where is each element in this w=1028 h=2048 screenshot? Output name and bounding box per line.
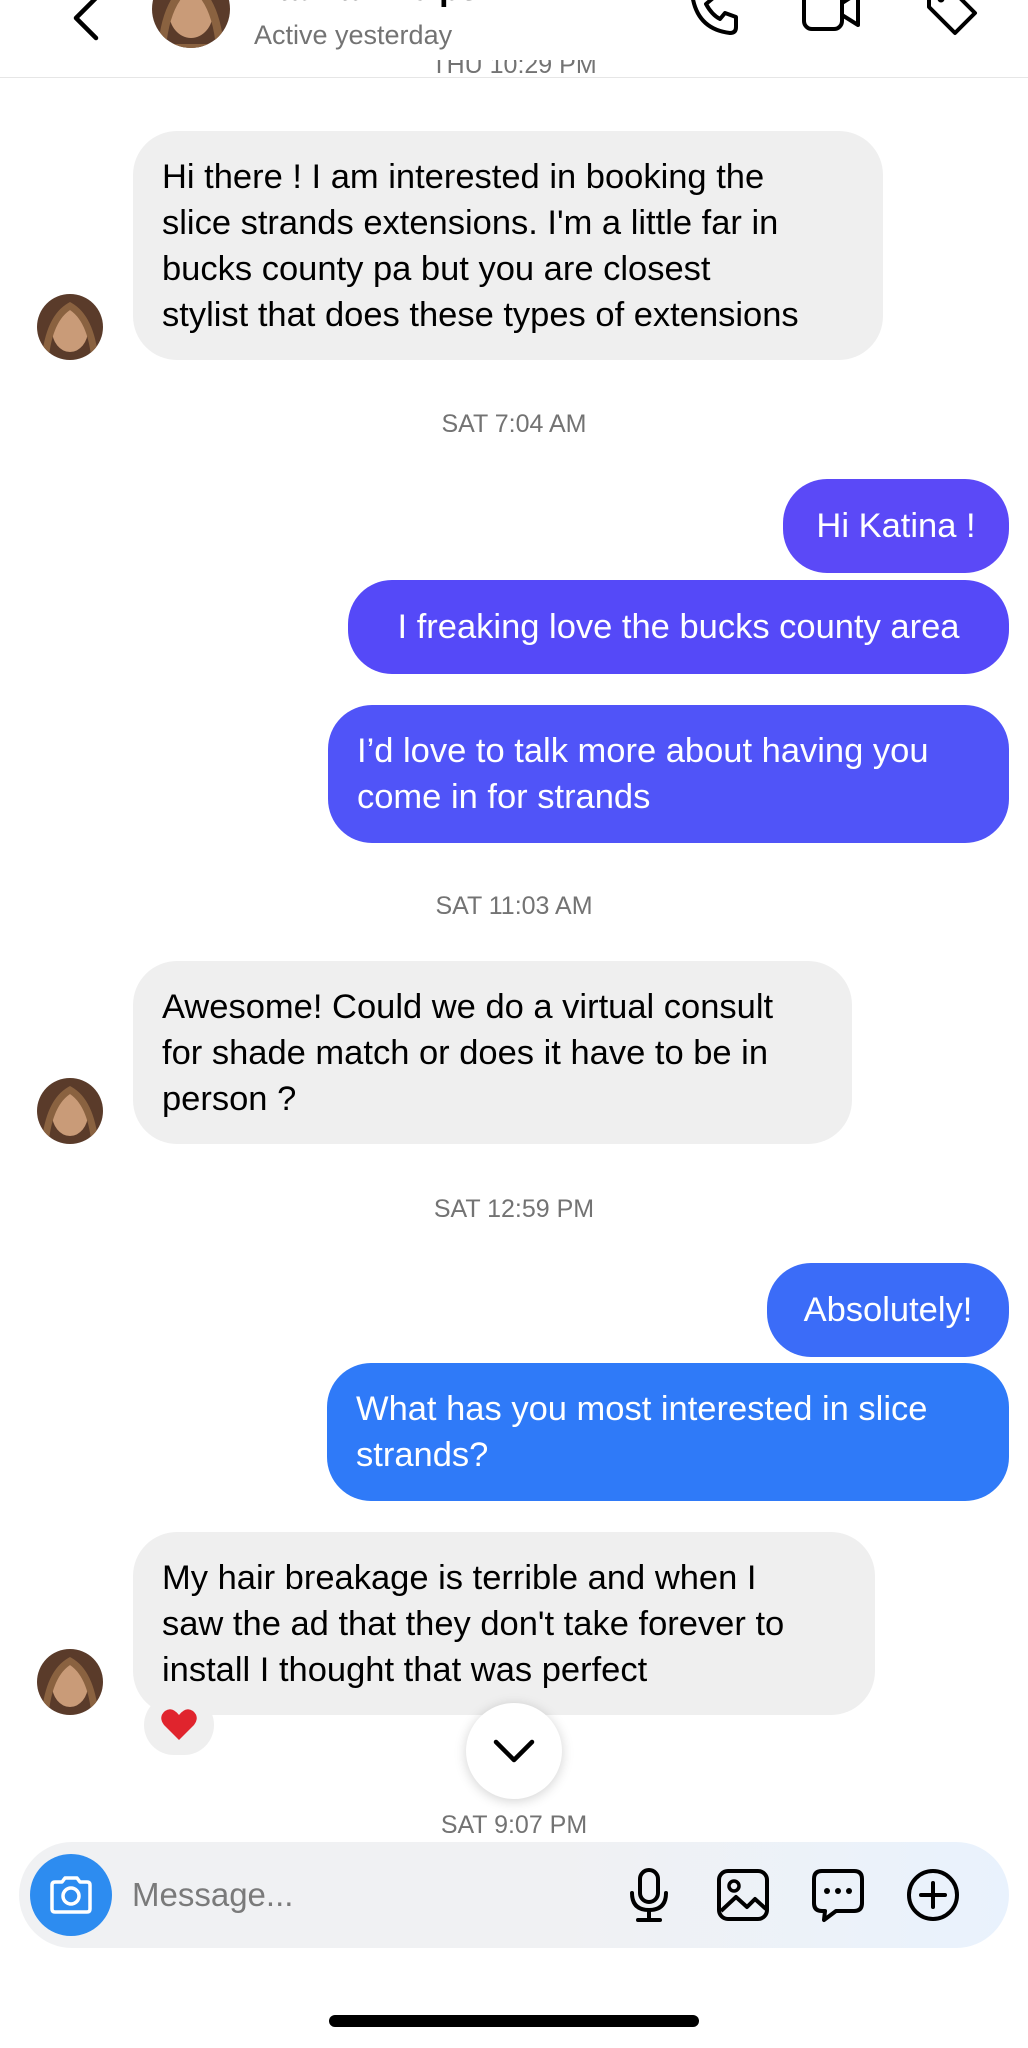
message-line: Hi there ! I am interested in booking th… bbox=[162, 158, 765, 196]
camera-icon bbox=[50, 1876, 92, 1914]
message-line: My hair breakage is terrible and when I bbox=[162, 1559, 757, 1597]
message-line: strands? bbox=[356, 1436, 489, 1474]
tag-button[interactable] bbox=[920, 0, 982, 40]
incoming-message[interactable]: My hair breakage is terrible and when I … bbox=[133, 1532, 875, 1715]
message-line: person ? bbox=[162, 1080, 297, 1118]
message-line: I freaking love the bucks county area bbox=[397, 608, 960, 646]
message-line: Absolutely! bbox=[803, 1291, 973, 1329]
message-input[interactable] bbox=[132, 1865, 612, 1925]
timestamp: THU 10:29 PM bbox=[431, 60, 597, 79]
incoming-message[interactable]: Hi there ! I am interested in booking th… bbox=[133, 131, 883, 360]
message-line: Awesome! Could we do a virtual consult bbox=[162, 988, 774, 1026]
message-line: bucks county pa but you are closest bbox=[162, 250, 711, 288]
camera-button[interactable] bbox=[30, 1854, 112, 1936]
incoming-message[interactable]: Awesome! Could we do a virtual consult f… bbox=[133, 961, 852, 1144]
message-line: install I thought that was perfect bbox=[162, 1651, 648, 1689]
voice-message-button[interactable] bbox=[619, 1865, 679, 1925]
gallery-button[interactable] bbox=[713, 1865, 773, 1925]
audio-call-button[interactable] bbox=[683, 0, 745, 40]
outgoing-message[interactable]: I’d love to talk more about having you c… bbox=[328, 705, 1009, 843]
scroll-to-bottom-button[interactable] bbox=[466, 1703, 562, 1799]
message-line: slice strands extensions. I'm a little f… bbox=[162, 204, 779, 242]
plus-icon bbox=[907, 1869, 959, 1921]
outgoing-message[interactable]: Absolutely! bbox=[767, 1263, 1009, 1357]
phone-icon bbox=[691, 0, 738, 35]
message-line: stylist that does these types of extensi… bbox=[162, 296, 799, 334]
message-line: I’d love to talk more about having you bbox=[357, 732, 929, 770]
outgoing-message[interactable]: I freaking love the bucks county area bbox=[348, 580, 1009, 674]
message-line: come in for strands bbox=[357, 778, 651, 816]
message-line: Hi Katina ! bbox=[816, 507, 976, 545]
sticker-button[interactable] bbox=[808, 1865, 868, 1925]
gallery-icon bbox=[717, 1869, 769, 1921]
more-options-button[interactable] bbox=[903, 1865, 963, 1925]
microphone-icon bbox=[630, 1868, 668, 1922]
timestamp: SAT 7:04 AM bbox=[441, 410, 587, 438]
timestamp: SAT 11:03 AM bbox=[435, 892, 593, 920]
outgoing-message[interactable]: What has you most interested in slice st… bbox=[327, 1363, 1009, 1501]
timestamp: SAT 12:59 PM bbox=[433, 1195, 595, 1223]
message-line: saw the ad that they don't take forever … bbox=[162, 1605, 785, 1643]
message-composer bbox=[19, 1842, 1009, 1948]
message-line: What has you most interested in slice bbox=[356, 1390, 928, 1428]
sender-avatar[interactable] bbox=[37, 1649, 103, 1715]
timestamp: SAT 9:07 PM bbox=[440, 1811, 588, 1839]
tag-icon bbox=[927, 0, 977, 35]
contact-name[interactable]: Katina Phelps bbox=[254, 0, 479, 9]
contact-avatar[interactable] bbox=[152, 0, 230, 48]
chevron-down-icon bbox=[493, 1739, 535, 1763]
video-call-button[interactable] bbox=[800, 0, 862, 40]
sender-avatar[interactable] bbox=[37, 1078, 103, 1144]
back-chevron-icon bbox=[73, 0, 99, 41]
outgoing-message[interactable]: Hi Katina ! bbox=[783, 479, 1009, 573]
message-line: for shade match or does it have to be in bbox=[162, 1034, 769, 1072]
active-status: Active yesterday bbox=[254, 20, 453, 50]
home-indicator[interactable] bbox=[329, 2015, 699, 2027]
video-icon bbox=[802, 0, 860, 31]
back-button[interactable] bbox=[58, 0, 112, 58]
heart-icon bbox=[161, 1709, 197, 1740]
sender-avatar[interactable] bbox=[37, 294, 103, 360]
heart-reaction[interactable] bbox=[144, 1695, 214, 1755]
sticker-icon bbox=[812, 1869, 864, 1922]
